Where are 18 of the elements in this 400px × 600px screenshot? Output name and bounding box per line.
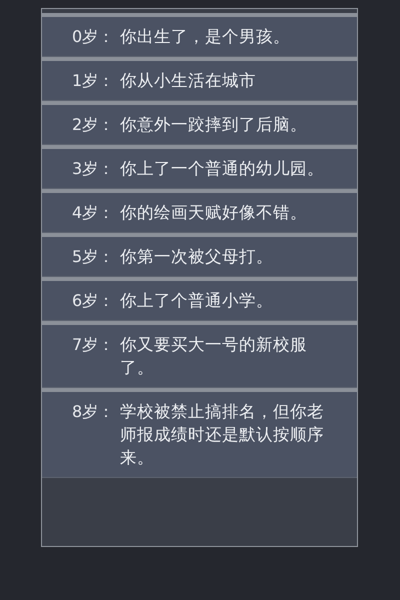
age-label: 7岁：	[72, 334, 116, 356]
event-text: 你意外一跤摔到了后脑。	[120, 114, 308, 136]
age-label: 1岁：	[72, 70, 116, 92]
age-label: 0岁：	[72, 26, 116, 48]
age-label: 2岁：	[72, 114, 116, 136]
event-text: 你的绘画天赋好像不错。	[120, 202, 308, 224]
event-text: 你出生了，是个男孩。	[120, 26, 291, 48]
age-label: 4岁：	[72, 202, 116, 224]
age-label: 3岁：	[72, 158, 116, 180]
age-label: 8岁：	[72, 401, 116, 423]
event-text: 你上了一个普通的幼儿园。	[120, 158, 325, 180]
event-text: 你又要买大一号的新校服了。	[120, 334, 308, 379]
age-label: 5岁：	[72, 246, 116, 268]
event-text: 你第一次被父母打。	[120, 246, 274, 268]
age-label: 6岁：	[72, 290, 116, 312]
event-text: 学校被禁止搞排名，但你老师报成绩时还是默认按顺序来。	[120, 401, 325, 469]
event-text: 你从小生活在城市	[120, 70, 257, 92]
event-text: 你上了个普通小学。	[120, 290, 274, 312]
